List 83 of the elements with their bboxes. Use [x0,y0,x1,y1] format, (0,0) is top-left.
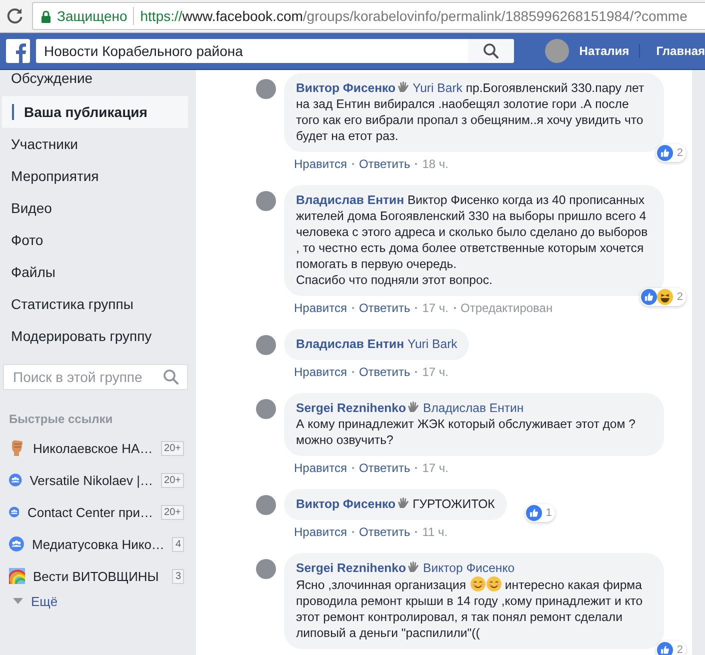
action-link[interactable]: Ответить [358,461,410,475]
shortcut-link[interactable]: Николаевское НА… [33,440,154,456]
address-bar[interactable]: Защищено https://www.facebook.com/groups/korabelovinfo/permalink/1885996268151984/?comme [32,2,705,30]
author-link[interactable]: Sergei Reznihenko [296,401,406,415]
author-link[interactable]: Владислав Ентин [296,337,404,351]
mention-link[interactable]: Yuri Bark [412,81,462,95]
comment-text: Виктор Фисенко ГУРТОЖИТОК [296,496,495,512]
sidebar-item[interactable]: Мероприятия [2,160,188,192]
author-link[interactable]: Виктор Фисенко [296,81,396,95]
home-link[interactable]: Главная [646,44,705,58]
mention-link[interactable]: Виктор Фисенко [423,561,515,575]
hand-icon [396,81,410,93]
shortcut-link[interactable]: Versatile Nikolaev |… [30,472,154,488]
like-icon [526,505,542,521]
count-badge: 20+ [161,440,184,456]
sidebar-item[interactable]: Фото [2,224,188,256]
sidebar-item[interactable]: Файлы [2,256,188,288]
shortcut-link[interactable]: Вести ВИТОВЩИНЫ [33,568,164,584]
mention-link[interactable]: Yuri Bark [407,337,458,351]
search-button[interactable] [468,39,514,63]
group-icon [9,472,22,488]
sidebar-item[interactable]: Участники [2,128,188,160]
comment-text: Владислав Ентин Виктор Фисенко когда из 40 прописанных жителей дома Богоявленский 330 на выборы пришло всего 4 человека с этого адреса и сколько было сделано до выборов , то честно есть дома более ответственные которым хочется помогать в первую очередь. Спасибо что подняли этот вопрос. [296,192,649,288]
url-text: https://www.facebook.com/groups/korabelovinfo/permalink/1885996268151984/?comme [140,8,688,24]
shortcut-link[interactable]: Contact Center при… [27,504,154,520]
avatar[interactable] [256,79,276,99]
count-badge: 3 [172,568,184,584]
search-field[interactable]: Новости Корабельного района [36,39,514,63]
author-link[interactable]: Виктор Фисенко [296,497,396,511]
hand-icon [407,401,420,413]
action-link[interactable]: Нравится [294,301,347,315]
smiling-face-icon [486,576,502,592]
sidebar-item[interactable]: Видео [2,192,188,224]
facebook-logo-icon[interactable] [6,39,30,63]
action-link[interactable]: Ответить [358,365,410,379]
sidebar-item[interactable]: Ваша публикация [2,96,188,128]
smiling-face-icon [470,576,486,592]
hand-icon [396,497,410,509]
laughing-face-icon [656,289,673,305]
lock-icon [41,10,51,22]
profile-link[interactable]: Наталия [575,44,640,58]
count-badge: 20+ [161,472,184,488]
security-label: Защищено [57,8,128,24]
action-link[interactable]: Нравится [294,157,347,171]
fist-icon [9,439,25,457]
mention-link[interactable]: Владислав Ентин [423,401,524,415]
action-link[interactable]: Ответить [358,301,410,315]
sidebar-item[interactable]: Обсуждение [2,70,188,96]
author-link[interactable]: Sergei Reznihenko [296,561,406,575]
comment-text: Виктор Фисенко Yuri Bark пр.Богоявленский 330.пару лет на зад Ентин вибирался .наобещял золотие гори .А после того как его вибрали пропал з обещяним..я хочу увидить что будет на етот раз. [296,80,646,144]
author-link[interactable]: Владислав Ентин [296,193,404,207]
edited-label: Отредактирован [460,301,553,315]
comment-text: Sergei Reznihenko Виктор Фисенко Ясно ,злочинная организация интересно какая фирма проводила ремонт крыши в 14 году ,кому принадлежит и кто этот ремонт контролировал, я так понял ремонт сделали липовый а деньги "распилили"(( [296,560,644,641]
avatar[interactable] [256,191,276,211]
group-icon [9,536,24,552]
action-link[interactable]: Ответить [358,525,410,539]
action-link[interactable]: Нравится [294,461,347,475]
avatar[interactable] [256,495,276,515]
group-search-field[interactable]: Поиск в этой группе [3,364,188,390]
comment-text: Sergei Reznihenko Владислав Ентин А кому принадлежит ЖЭК который обслуживает этот дом ?можно озвучить? [296,400,636,448]
reload-icon[interactable] [6,7,24,25]
action-link[interactable]: Ответить [358,157,410,171]
avatar[interactable] [256,559,276,579]
user-avatar[interactable] [545,39,570,63]
hand-icon [407,561,420,573]
like-icon [640,289,657,305]
sidebar-item[interactable]: Статистика группы [2,288,188,320]
avatar[interactable] [256,399,276,419]
count-badge: 20+ [161,504,184,520]
action-link[interactable]: Нравится [294,365,347,379]
caret-icon [13,598,23,604]
see-more-link[interactable]: Ещё [31,594,58,608]
group-icon [9,504,20,520]
count-badge: 4 [172,536,184,552]
rainbow-icon [9,568,25,584]
search-icon [163,369,179,385]
like-icon [656,145,673,161]
search-icon [483,43,499,59]
avatar[interactable] [256,335,276,355]
sidebar-item[interactable]: Модерировать группу [2,320,188,352]
shortcut-link[interactable]: Медиатусовка Нико… [32,536,164,552]
action-link[interactable]: Нравится [294,525,347,539]
section-heading: Быстрые ссылки [9,412,114,426]
